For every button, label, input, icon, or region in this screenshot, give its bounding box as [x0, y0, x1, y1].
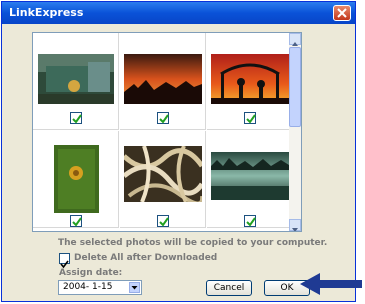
checkmark-icon	[159, 217, 169, 227]
title-bar: LinkExpress	[2, 2, 355, 24]
photo-checkbox[interactable]	[157, 215, 169, 227]
photo-cell-green-leaf-flower[interactable]	[33, 131, 119, 228]
photo-silhouette-gate	[211, 54, 289, 104]
photo-cell-desert-sunset[interactable]	[120, 33, 206, 130]
assign-date-select[interactable]: 2004- 1-15	[58, 280, 142, 295]
assign-date-label: Assign date:	[59, 268, 123, 278]
photo-thumbnail[interactable]	[38, 54, 114, 104]
dialog-window: LinkExpress The selected photos will be …	[1, 1, 356, 302]
checkmark-icon	[72, 114, 82, 124]
scroll-down-button[interactable]	[289, 219, 301, 231]
date-dropdown-button[interactable]	[129, 282, 140, 293]
delete-all-checkbox[interactable]	[59, 253, 70, 269]
photo-thumbnail[interactable]	[211, 54, 289, 104]
photo-thumbnail[interactable]	[124, 146, 202, 202]
photo-cell-tangled-roots[interactable]	[120, 131, 206, 228]
photo-cell-green-truck[interactable]	[33, 33, 119, 130]
checkmark-icon	[72, 217, 82, 227]
photo-checkbox[interactable]	[70, 112, 82, 124]
photo-thumbnail[interactable]	[54, 145, 99, 213]
photo-thumbnail[interactable]	[211, 152, 289, 200]
photo-desert-sunset	[124, 54, 202, 104]
photo-checkbox[interactable]	[70, 215, 82, 227]
scroll-up-button[interactable]	[289, 33, 301, 46]
photo-panel	[32, 32, 302, 232]
pointer-arrow-icon	[300, 273, 362, 295]
photo-checkbox[interactable]	[244, 215, 256, 227]
chevron-down-icon	[292, 228, 298, 231]
photo-tangled-roots	[124, 146, 202, 202]
photo-green-truck	[38, 54, 114, 104]
window-title: LinkExpress	[9, 6, 84, 19]
checkmark-icon	[246, 114, 256, 124]
photo-green-leaf-flower	[54, 145, 99, 213]
photo-cell-silhouette-gate[interactable]	[207, 33, 293, 130]
checkmark-icon	[246, 217, 256, 227]
scroll-thumb[interactable]	[289, 47, 301, 127]
checkmark-icon	[159, 114, 169, 124]
info-text: The selected photos will be copied to yo…	[58, 238, 328, 248]
photo-misty-river	[211, 152, 289, 200]
vertical-scrollbar[interactable]	[289, 33, 301, 231]
assign-date-value: 2004- 1-15	[63, 282, 113, 292]
delete-all-label: Delete All after Downloaded	[74, 253, 218, 263]
close-button[interactable]	[333, 5, 351, 21]
photo-checkbox[interactable]	[244, 112, 256, 124]
close-icon	[337, 8, 347, 18]
photo-thumbnail[interactable]	[124, 54, 202, 104]
cancel-button[interactable]: Cancel	[206, 280, 252, 296]
photo-checkbox[interactable]	[157, 112, 169, 124]
chevron-down-icon	[131, 286, 138, 290]
photo-cell-misty-river[interactable]	[207, 131, 293, 228]
